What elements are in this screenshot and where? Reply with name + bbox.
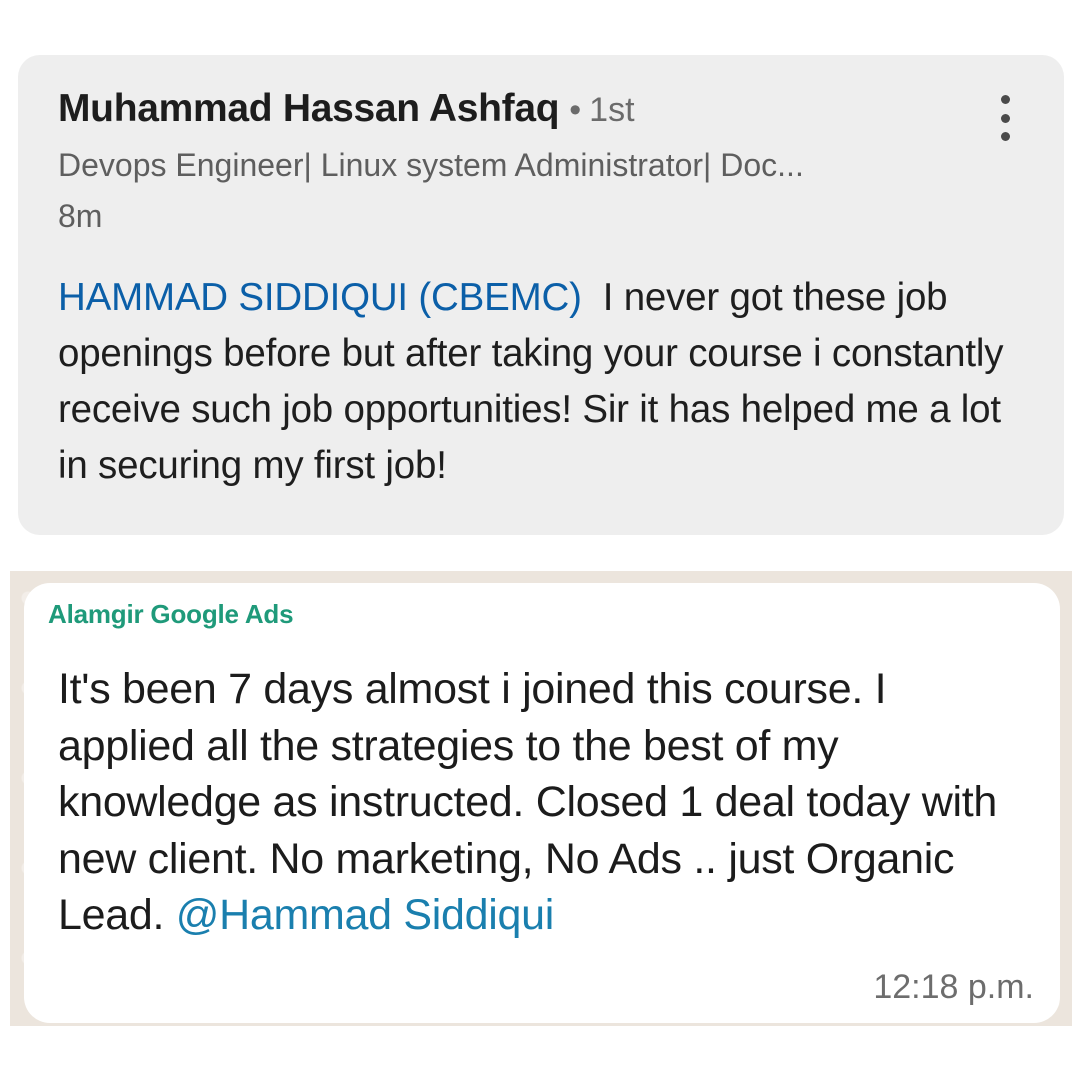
testimonial-canvas: Muhammad Hassan Ashfaq • 1st Devops Engi… bbox=[0, 0, 1080, 1080]
comment-body: HAMMAD SIDDIQUI (CBEMC) I never got thes… bbox=[58, 270, 1033, 494]
connection-degree-badge: 1st bbox=[589, 91, 635, 129]
comment-author-row: Muhammad Hassan Ashfaq • 1st bbox=[58, 87, 635, 131]
chat-message-bubble[interactable]: Alamgir Google Ads It's been 7 days almo… bbox=[24, 583, 1060, 1023]
three-dots-vertical-icon[interactable] bbox=[990, 95, 1020, 141]
message-sender-name: Alamgir Google Ads bbox=[48, 599, 294, 629]
dot bbox=[1000, 132, 1010, 141]
dot bbox=[1000, 95, 1010, 104]
message-timestamp: 12:18 p.m. bbox=[873, 968, 1034, 1006]
comment-mention-link[interactable]: HAMMAD SIDDIQUI (CBEMC) bbox=[58, 276, 582, 319]
comment-timestamp: 8m bbox=[58, 198, 103, 234]
message-mention-link[interactable]: @Hammad Siddiqui bbox=[176, 891, 555, 939]
dot bbox=[1000, 113, 1010, 123]
comment-author-headline: Devops Engineer| Linux system Administra… bbox=[58, 147, 804, 183]
linkedin-comment-card: Muhammad Hassan Ashfaq • 1st Devops Engi… bbox=[18, 55, 1064, 535]
message-text: It's been 7 days almost i joined this co… bbox=[58, 661, 1018, 944]
degree-separator: • bbox=[569, 91, 582, 129]
comment-author-name[interactable]: Muhammad Hassan Ashfaq bbox=[58, 87, 560, 131]
